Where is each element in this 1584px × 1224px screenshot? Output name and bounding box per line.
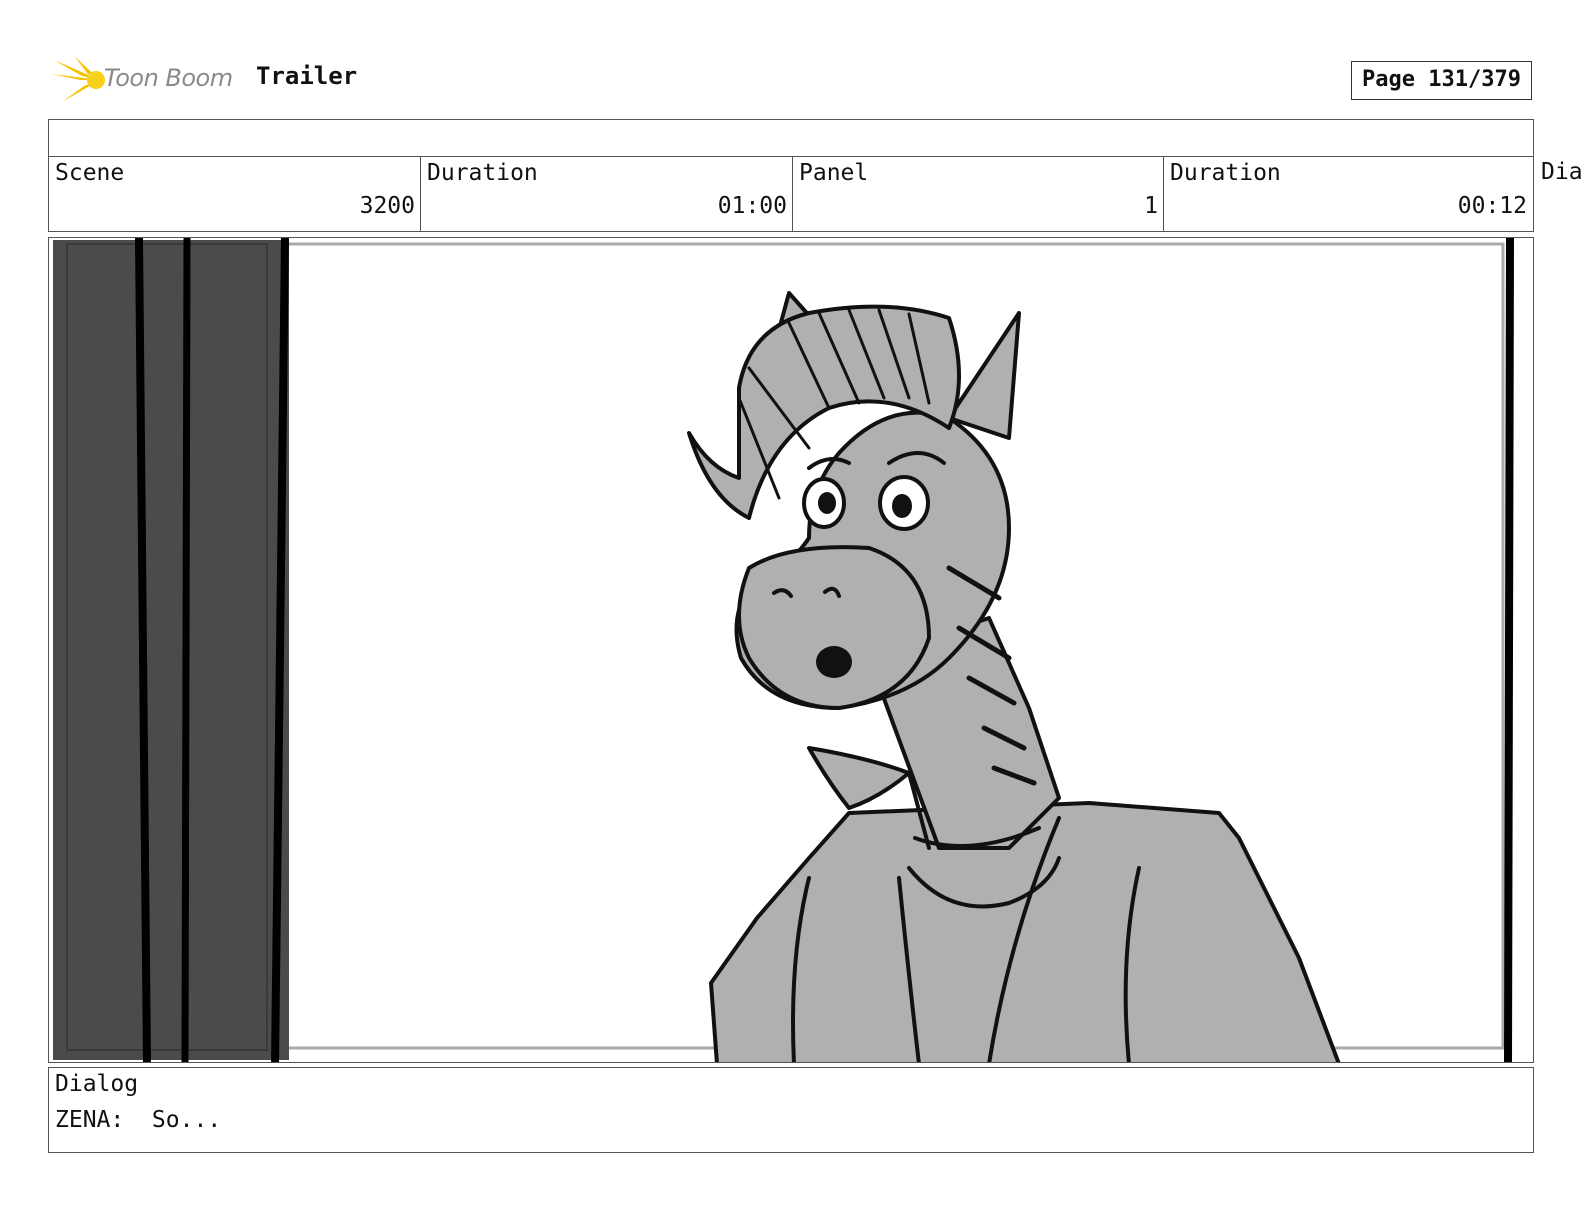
toon-boom-logo: Toon Boom	[52, 56, 242, 106]
scene-cell: Scene 3200	[49, 157, 420, 231]
panel-label: Panel	[799, 160, 869, 186]
logo-text: Toon Boom	[104, 64, 233, 92]
scene-value: 3200	[359, 193, 415, 219]
scene-label: Scene	[55, 160, 125, 186]
sunburst-icon	[52, 56, 105, 102]
curtain	[53, 238, 289, 1062]
panel-duration-label: Duration	[1170, 160, 1281, 186]
scene-duration-label: Duration	[427, 160, 538, 186]
right-edge-line	[1504, 238, 1514, 1062]
panel-cell: Panel 1	[792, 157, 1163, 231]
storyboard-panel	[48, 237, 1534, 1063]
panel-duration-cell: Duration 00:12	[1163, 157, 1532, 231]
dialog-overflow-label: Dia	[1541, 159, 1583, 185]
dialog-text: ZENA: So...	[55, 1107, 222, 1133]
zebra-character	[687, 291, 1341, 1062]
blank-header-row	[48, 119, 1534, 157]
scene-duration-cell: Duration 01:00	[420, 157, 792, 231]
page-indicator: Page 131/379	[1351, 61, 1532, 100]
scene-info-row: Scene 3200 Duration 01:00 Panel 1 Durati…	[48, 156, 1534, 232]
panel-value: 1	[1144, 193, 1158, 219]
panel-duration-value: 00:12	[1457, 193, 1527, 219]
project-title: Trailer	[256, 62, 358, 90]
dialog-label: Dialog	[55, 1071, 139, 1097]
panel-drawing	[53, 238, 1514, 1062]
scene-duration-value: 01:00	[717, 193, 787, 219]
dialog-box: Dialog ZENA: So...	[48, 1067, 1534, 1153]
